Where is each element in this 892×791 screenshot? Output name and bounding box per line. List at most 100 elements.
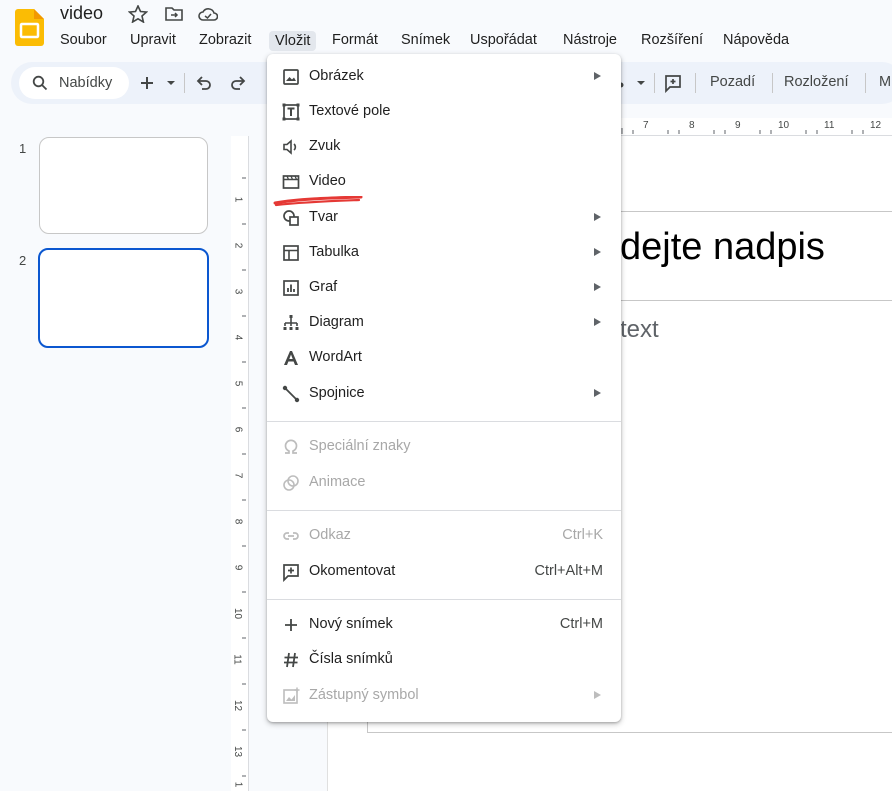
slide-number: 2 (19, 253, 27, 268)
menu-item-label: Video (309, 173, 346, 189)
ruler-label: 13 (232, 745, 244, 758)
menu-item-label: Diagram (309, 314, 364, 330)
menu-item-table[interactable]: Tabulka (267, 236, 621, 270)
layout-button[interactable]: Rozložení (784, 74, 848, 90)
menu-divider (267, 510, 621, 511)
menu-item-new-slide[interactable]: Nový snímek Ctrl+M (267, 608, 621, 642)
menu-item-animation: Animace (267, 466, 621, 500)
menu-arrange[interactable]: Uspořádat (470, 32, 537, 48)
plus-icon (285, 619, 297, 631)
menu-extensions[interactable]: Rozšíření (641, 32, 703, 48)
shape-icon (283, 210, 299, 226)
redo-icon[interactable] (228, 73, 248, 93)
menu-item-video[interactable]: Video (267, 165, 621, 199)
menu-file[interactable]: Soubor (60, 32, 107, 48)
slide-thumbnail-2[interactable] (38, 248, 209, 348)
menu-tools[interactable]: Nástroje (563, 32, 617, 48)
menu-item-slide-numbers[interactable]: Čísla snímků (267, 643, 621, 677)
hash-icon (284, 652, 298, 668)
menu-format[interactable]: Formát (332, 32, 378, 48)
menu-item-label: Zástupný symbol (309, 687, 419, 703)
document-title[interactable]: video (60, 3, 103, 24)
chevron-down-icon[interactable] (161, 73, 181, 93)
menu-item-label: Textové pole (309, 103, 391, 119)
submenu-arrow-icon (594, 283, 601, 291)
slides-logo-icon[interactable] (15, 9, 44, 46)
menu-item-label: Obrázek (309, 68, 364, 84)
menu-item-label: Zvuk (309, 138, 341, 154)
menu-item-label: Speciální znaky (309, 438, 411, 454)
background-button[interactable]: Pozadí (710, 74, 755, 90)
omega-icon (284, 439, 298, 454)
chart-icon (283, 280, 299, 296)
title-placeholder-text[interactable]: dejte nadpis (620, 226, 825, 269)
ruler-label: 6 (232, 426, 244, 433)
link-icon (283, 532, 299, 540)
ruler-label: 2 (232, 242, 244, 249)
vertical-ruler[interactable]: 1 2 3 4 5 6 7 8 9 10 11 12 13 1 (231, 136, 249, 791)
menu-divider (267, 599, 621, 600)
menu-item-chart[interactable]: Graf (267, 271, 621, 305)
menu-item-label: Spojnice (309, 385, 365, 401)
horizontal-ruler[interactable]: 7 8 9 10 11 12 (620, 118, 892, 136)
menu-item-label: WordArt (309, 349, 362, 365)
menu-help[interactable]: Nápověda (723, 32, 789, 48)
insert-menu: Obrázek Textové pole Zvuk Video Tvar Tab… (267, 54, 621, 722)
ruler-label: 7 (643, 120, 649, 131)
menu-item-line[interactable]: Spojnice (267, 377, 621, 411)
menu-slide[interactable]: Snímek (401, 32, 450, 48)
submenu-arrow-icon (594, 213, 601, 221)
ruler-label: 1 (232, 196, 244, 203)
menu-item-wordart[interactable]: WordArt (267, 341, 621, 375)
wordart-icon (284, 351, 298, 365)
new-slide-plus-icon[interactable] (137, 73, 157, 93)
move-folder-icon[interactable] (164, 5, 184, 23)
slide-number: 1 (19, 141, 27, 156)
ruler-label: 1 (232, 781, 244, 788)
menu-item-label: Odkaz (309, 527, 351, 543)
ruler-ticks (621, 128, 864, 134)
search-placeholder: Nabídky (59, 75, 113, 91)
cloud-status-icon[interactable] (198, 5, 218, 23)
ruler-ticks (242, 177, 246, 777)
menu-item-label: Animace (309, 474, 366, 490)
ruler-label: 8 (232, 518, 244, 525)
menu-insert[interactable]: Vložit (269, 31, 317, 51)
submenu-arrow-icon (594, 248, 601, 256)
line-icon (282, 385, 300, 403)
add-comment-icon[interactable] (663, 73, 683, 93)
image-icon (283, 69, 299, 85)
menu-item-text-box[interactable]: Textové pole (267, 95, 621, 129)
submenu-arrow-icon (594, 389, 601, 397)
menu-item-label: Okomentovat (309, 563, 396, 579)
menu-item-comment[interactable]: Okomentovat Ctrl+Alt+M (267, 555, 621, 589)
body-placeholder-text[interactable]: text (620, 316, 659, 344)
ruler-label: 5 (232, 380, 244, 387)
ruler-label: 3 (232, 288, 244, 295)
menu-item-label: Tabulka (309, 244, 359, 260)
ruler-label: 12 (870, 120, 882, 131)
submenu-arrow-icon (594, 318, 601, 326)
menu-item-audio[interactable]: Zvuk (267, 130, 621, 164)
ruler-label: 4 (232, 334, 244, 341)
menu-item-placeholder: Zástupný symbol (267, 679, 621, 713)
toolbar-divider (772, 73, 773, 93)
video-icon (282, 175, 300, 189)
table-icon (283, 245, 299, 261)
menu-item-shortcut: Ctrl+M (559, 616, 603, 632)
menu-item-image[interactable]: Obrázek (267, 60, 621, 94)
star-icon[interactable] (128, 5, 148, 23)
undo-icon[interactable] (194, 73, 214, 93)
audio-icon (283, 139, 297, 155)
theme-button[interactable]: M (879, 74, 891, 90)
menu-item-diagram[interactable]: Diagram (267, 306, 621, 340)
ruler-label: 9 (232, 564, 244, 571)
menu-edit[interactable]: Upravit (130, 32, 176, 48)
submenu-arrow-icon (594, 691, 601, 699)
menu-view[interactable]: Zobrazit (199, 32, 251, 48)
chevron-down-icon[interactable] (631, 73, 651, 93)
slide-thumbnail-1[interactable] (39, 137, 208, 234)
menu-search[interactable]: Nabídky (19, 67, 129, 99)
ruler-label: 9 (735, 120, 741, 131)
menu-divider (267, 421, 621, 422)
